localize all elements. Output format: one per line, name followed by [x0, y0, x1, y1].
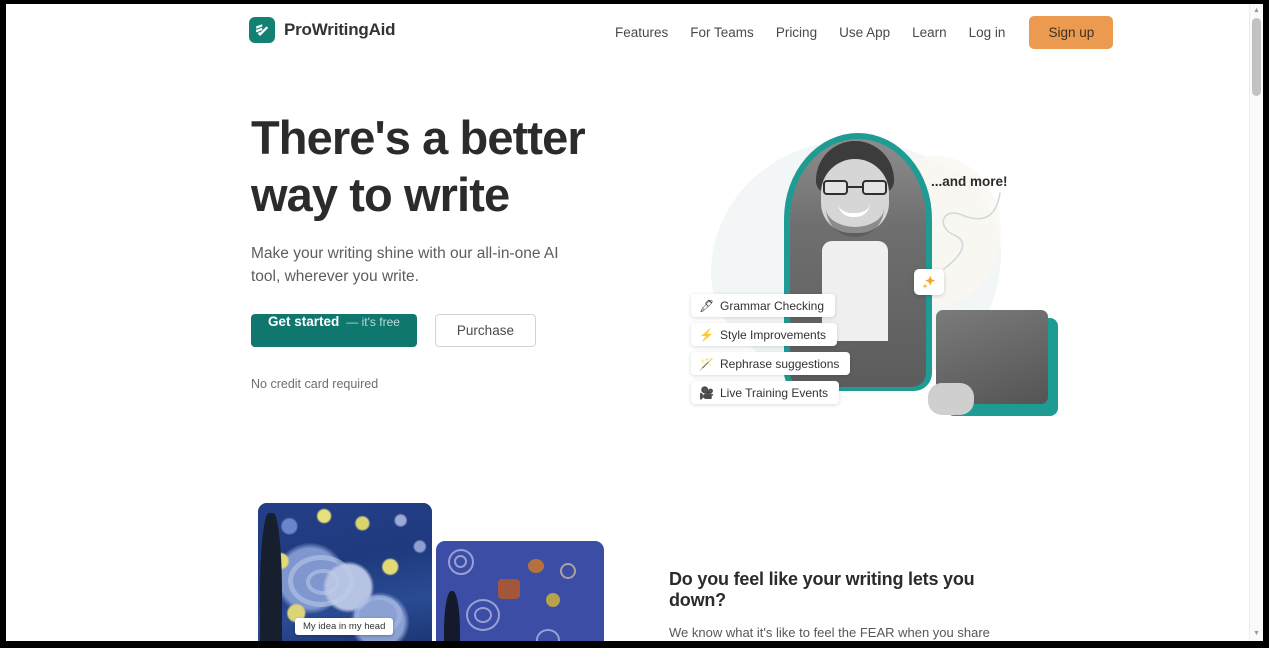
- hero-copy: There's a better way to write Make your …: [251, 109, 611, 391]
- brand-name: ProWritingAid: [284, 20, 396, 39]
- sketch-star-blob: [498, 579, 520, 599]
- main-navigation: Features For Teams Pricing Use App Learn…: [604, 16, 1114, 49]
- scrollbar-thumb[interactable]: [1252, 18, 1261, 96]
- get-started-note: — it's free: [346, 315, 400, 329]
- hero-illustration: ...and more! 🖋 Grammar Checking ⚡ Style …: [666, 101, 1058, 431]
- feature-pill-label: Style Improvements: [720, 327, 827, 342]
- magic-wand-icon: 🪄: [699, 356, 714, 371]
- sketch-star-outline: [560, 563, 576, 579]
- simplified-sketch-panel: [436, 541, 604, 641]
- nav-link-log-in[interactable]: Log in: [958, 17, 1017, 48]
- feature-pill-live-training-events[interactable]: 🎥 Live Training Events: [691, 381, 840, 404]
- idea-in-my-head-label: My idea in my head: [295, 618, 394, 635]
- sketch-star-blob: [546, 593, 560, 607]
- feature-pill-grammar-checking[interactable]: 🖋 Grammar Checking: [691, 294, 836, 317]
- get-started-button[interactable]: Get started — it's free: [251, 314, 417, 347]
- sketch-star-blob: [528, 559, 544, 573]
- and-more-label: ...and more!: [931, 174, 1008, 189]
- feature-pill-label: Live Training Events: [720, 385, 829, 400]
- hero-section: There's a better way to write Make your …: [6, 61, 1249, 481]
- sketch-cypress-tree: [444, 591, 460, 641]
- video-camera-icon: 🎥: [699, 385, 714, 400]
- glasses-icon: [823, 180, 887, 195]
- starry-night-painting: My idea in my head: [258, 503, 432, 641]
- nav-link-for-teams[interactable]: For Teams: [679, 17, 765, 48]
- and-more-pointer-curve: [942, 192, 1001, 270]
- feature-pill-list: 🖋 Grammar Checking ⚡ Style Improvements …: [691, 294, 851, 404]
- nav-link-features[interactable]: Features: [604, 17, 679, 48]
- page-viewport: ProWritingAid Features For Teams Pricing…: [6, 4, 1249, 641]
- hero-cta-row: Get started — it's free Purchase: [251, 314, 611, 347]
- scroll-down-arrow-icon[interactable]: ▼: [1250, 627, 1263, 641]
- section-two-title: Do you feel like your writing lets you d…: [669, 569, 975, 610]
- feature-pill-label: Grammar Checking: [720, 298, 825, 313]
- nav-link-pricing[interactable]: Pricing: [765, 17, 828, 48]
- starry-night-comparison-art: My idea in my head: [258, 503, 604, 641]
- nav-link-learn[interactable]: Learn: [901, 17, 958, 48]
- scroll-up-arrow-icon[interactable]: ▲: [1250, 4, 1263, 18]
- section-two-copy: Do you feel like your writing lets you d…: [669, 569, 1019, 641]
- feature-pill-label: Rephrase suggestions: [720, 356, 840, 371]
- cypress-tree: [260, 513, 282, 641]
- hero-subtitle: Make your writing shine with our all-in-…: [251, 245, 559, 285]
- feature-pill-rephrase-suggestions[interactable]: 🪄 Rephrase suggestions: [691, 352, 851, 375]
- purchase-button[interactable]: Purchase: [434, 314, 536, 347]
- no-credit-card-note: No credit card required: [251, 377, 379, 391]
- sketch-spiral: [536, 629, 560, 641]
- writing-lets-you-down-section: My idea in my head Do you feel like your…: [6, 481, 1249, 641]
- vertical-scrollbar[interactable]: ▲ ▼: [1249, 4, 1263, 641]
- lightning-bolt-icon: ⚡: [699, 327, 714, 342]
- book-check-icon: [249, 17, 275, 43]
- browser-window: ProWritingAid Features For Teams Pricing…: [6, 4, 1263, 641]
- get-started-label: Get started: [268, 314, 340, 329]
- person-hand: [928, 383, 974, 415]
- sign-up-button[interactable]: Sign up: [1029, 16, 1114, 49]
- site-header: ProWritingAid Features For Teams Pricing…: [6, 4, 1249, 61]
- section-two-body: We know what it's like to feel the FEAR …: [669, 625, 990, 640]
- feature-pill-style-improvements[interactable]: ⚡ Style Improvements: [691, 323, 838, 346]
- sketch-spiral: [454, 555, 467, 568]
- sketch-spiral: [474, 607, 492, 623]
- pen-icon: 🖋: [699, 298, 715, 313]
- hero-title: There's a better way to write: [251, 111, 586, 221]
- brand-logo-link[interactable]: ProWritingAid: [249, 17, 396, 43]
- nav-link-use-app[interactable]: Use App: [828, 17, 901, 48]
- swirl-shape: [306, 569, 340, 595]
